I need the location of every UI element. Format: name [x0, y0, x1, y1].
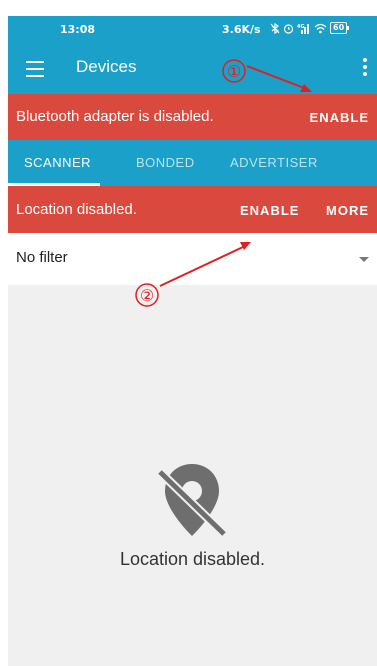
- location-off-icon: [156, 464, 228, 538]
- filter-dropdown[interactable]: No filter: [8, 233, 377, 285]
- location-disabled-banner: Location disabled. ENABLE MORE: [8, 186, 377, 233]
- status-icons: 4G 60: [270, 22, 350, 34]
- tab-advertiser[interactable]: ADVERTISER: [230, 155, 318, 170]
- tab-bonded[interactable]: BONDED: [136, 155, 195, 170]
- bluetooth-disabled-banner: Bluetooth adapter is disabled. ENABLE: [8, 94, 377, 140]
- bluetooth-enable-button[interactable]: ENABLE: [310, 110, 369, 125]
- chevron-down-icon: [359, 257, 369, 262]
- phone-screen: 13:08 3.6K/s 4G 60 Devices Bluetooth ada…: [0, 0, 377, 666]
- status-bar: 13:08 3.6K/s 4G 60: [8, 16, 377, 44]
- app-bar: Devices: [8, 44, 377, 94]
- tab-scanner[interactable]: SCANNER: [24, 155, 91, 170]
- svg-text:4G: 4G: [297, 24, 305, 30]
- status-time: 13:08: [60, 23, 96, 36]
- hamburger-icon[interactable]: [26, 61, 44, 77]
- app-frame: 13:08 3.6K/s 4G 60 Devices Bluetooth ada…: [8, 0, 377, 666]
- bluetooth-off-icon: [270, 22, 280, 34]
- location-enable-button[interactable]: ENABLE: [240, 203, 299, 218]
- location-more-button[interactable]: MORE: [326, 203, 369, 218]
- network-speed: 3.6K/s: [222, 23, 261, 36]
- tab-bar: SCANNER BONDED ADVERTISER: [8, 140, 377, 186]
- alarm-icon: [283, 23, 294, 34]
- page-title: Devices: [76, 57, 137, 76]
- signal-icon: 4G: [297, 23, 309, 34]
- location-banner-message: Location disabled.: [16, 201, 137, 218]
- filter-value: No filter: [16, 249, 68, 266]
- empty-state-message: Location disabled.: [119, 549, 266, 569]
- more-vert-icon[interactable]: [361, 58, 369, 80]
- bluetooth-banner-message: Bluetooth adapter is disabled.: [16, 108, 214, 125]
- wifi-icon: [314, 23, 327, 33]
- battery-icon: 60: [330, 22, 350, 34]
- device-list-area: Location disabled.: [8, 285, 377, 666]
